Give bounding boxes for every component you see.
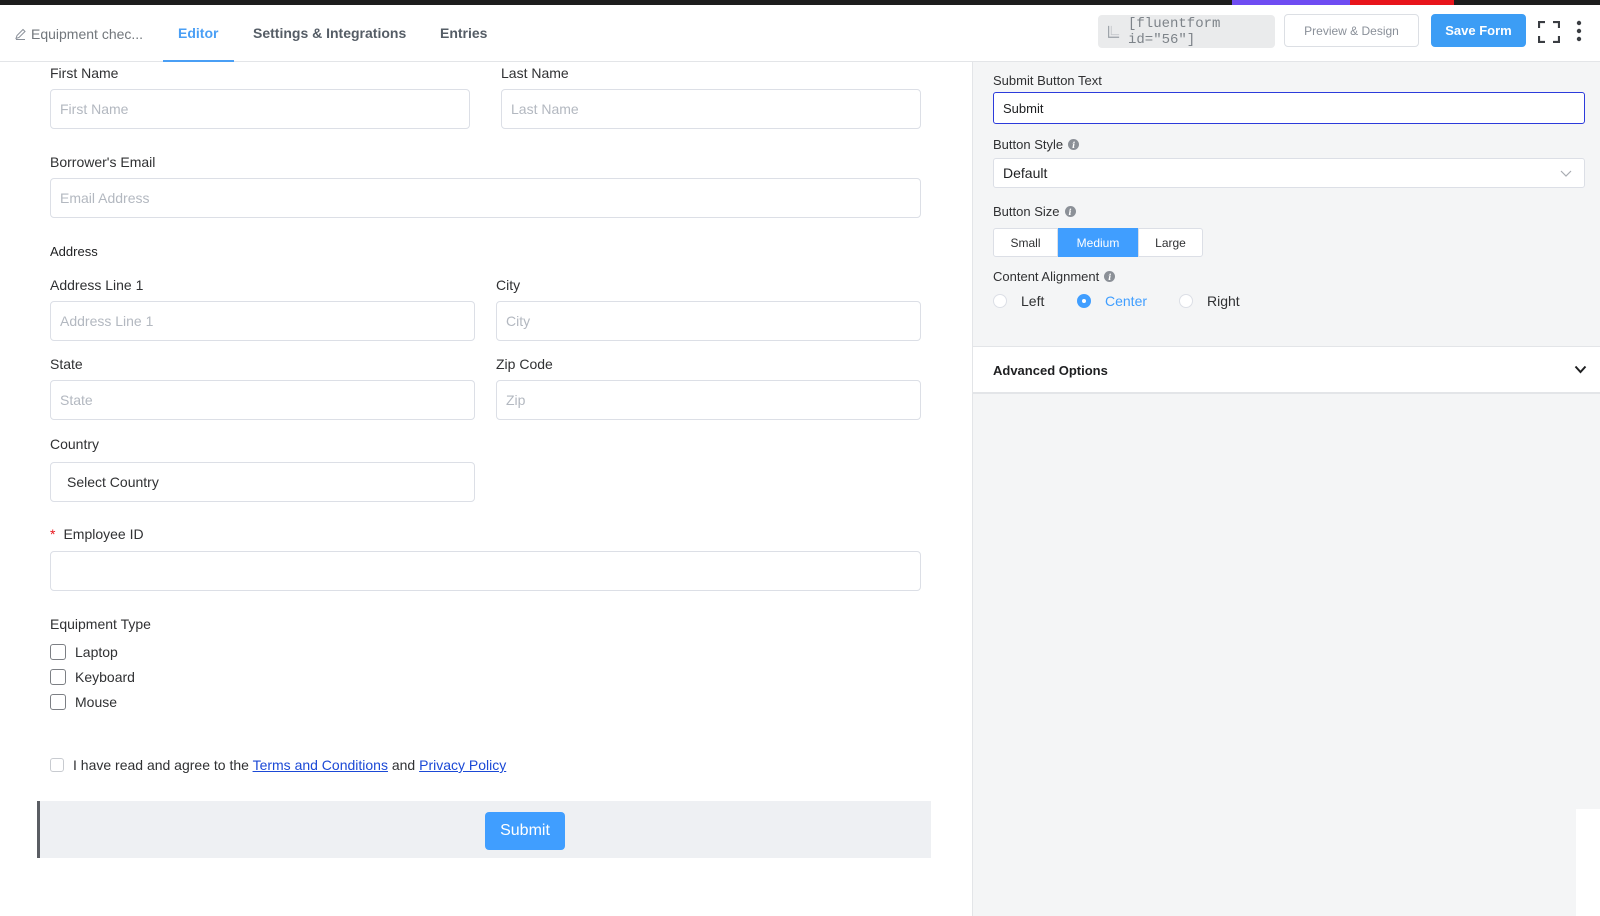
privacy-policy-link[interactable]: Privacy Policy: [419, 757, 506, 773]
align-left-radio[interactable]: Left: [993, 293, 1077, 309]
address-line1-input[interactable]: Address Line 1: [50, 301, 475, 341]
required-asterisk: *: [50, 526, 56, 542]
equipment-type-label: Equipment Type: [50, 616, 151, 632]
panel-corner-gap: [1576, 809, 1600, 916]
advanced-options-toggle[interactable]: Advanced Options: [973, 346, 1600, 394]
tab-editor[interactable]: Editor: [178, 25, 218, 41]
align-right-label: Right: [1207, 293, 1240, 309]
laptop-label: Laptop: [75, 644, 118, 660]
button-style-label: Button Style i: [993, 137, 1080, 152]
editor-topbar: Equipment chec... Editor Settings & Inte…: [0, 5, 1600, 62]
chevron-down-icon: [1560, 170, 1572, 177]
preview-design-button[interactable]: Preview & Design: [1284, 14, 1419, 47]
more-options-icon[interactable]: [1575, 20, 1583, 42]
country-select[interactable]: Select Country: [50, 462, 475, 502]
button-settings-section: Submit Button Text Submit Button Style i …: [973, 62, 1600, 346]
radio-dot: [1077, 294, 1091, 308]
equipment-option-keyboard[interactable]: Keyboard: [50, 669, 135, 685]
employee-id-label-row: * Employee ID: [50, 526, 144, 542]
mouse-checkbox[interactable]: [50, 694, 66, 710]
keyboard-label: Keyboard: [75, 669, 135, 685]
shortcode-text: [fluentform id="56"]: [1128, 15, 1221, 48]
chevron-down-icon: [1574, 365, 1587, 374]
form-title-breadcrumb[interactable]: Equipment chec...: [15, 26, 143, 42]
tab-entries[interactable]: Entries: [440, 25, 487, 41]
copy-icon: [1108, 25, 1120, 38]
first-name-label: First Name: [50, 65, 119, 81]
last-name-input[interactable]: Last Name: [501, 89, 921, 129]
address-section-title: Address: [50, 244, 98, 259]
align-right-radio[interactable]: Right: [1179, 293, 1269, 309]
info-icon[interactable]: i: [1068, 139, 1080, 150]
button-style-select[interactable]: Default: [993, 158, 1585, 188]
pencil-icon: [15, 28, 26, 40]
city-input[interactable]: City: [496, 301, 921, 341]
terms-checkbox[interactable]: [50, 758, 64, 772]
employee-id-input[interactable]: [50, 551, 921, 591]
laptop-checkbox[interactable]: [50, 644, 66, 660]
keyboard-checkbox[interactable]: [50, 669, 66, 685]
terms-link[interactable]: Terms and Conditions: [253, 757, 388, 773]
form-canvas: First Name First Name Last Name Last Nam…: [0, 62, 972, 916]
align-center-radio[interactable]: Center: [1077, 293, 1179, 309]
country-label: Country: [50, 436, 100, 452]
size-medium-option[interactable]: Medium: [1058, 228, 1138, 257]
form-submit-button[interactable]: Submit: [485, 812, 565, 850]
terms-prefix-text: I have read and agree to the: [73, 757, 249, 773]
last-name-label: Last Name: [501, 65, 569, 81]
state-input[interactable]: State: [50, 380, 475, 420]
equipment-option-laptop[interactable]: Laptop: [50, 644, 118, 660]
address-line1-label: Address Line 1: [50, 277, 144, 293]
radio-dot: [1179, 294, 1193, 308]
terms-agreement: I have read and agree to the Terms and C…: [50, 757, 506, 773]
fullscreen-icon[interactable]: [1538, 21, 1560, 43]
submit-button-text-label: Submit Button Text: [993, 73, 1102, 88]
zip-code-input[interactable]: Zip: [496, 380, 921, 420]
form-title: Equipment chec...: [31, 26, 144, 42]
email-label: Borrower's Email: [50, 154, 156, 170]
button-size-toggle: Small Medium Large: [993, 228, 1203, 257]
info-icon[interactable]: i: [1104, 271, 1116, 282]
city-label: City: [496, 277, 521, 293]
align-center-label: Center: [1105, 293, 1148, 309]
button-style-value: Default: [1003, 165, 1048, 181]
button-size-label: Button Size i: [993, 204, 1076, 219]
advanced-options-label: Advanced Options: [993, 363, 1108, 378]
save-form-button[interactable]: Save Form: [1431, 14, 1526, 47]
submit-button-text-input[interactable]: Submit: [993, 92, 1585, 124]
alignment-radio-group: Left Center Right: [993, 293, 1269, 309]
size-large-option[interactable]: Large: [1138, 228, 1203, 257]
mouse-label: Mouse: [75, 694, 118, 710]
align-left-label: Left: [1021, 293, 1045, 309]
first-name-input[interactable]: First Name: [50, 89, 470, 129]
state-label: State: [50, 356, 83, 372]
employee-id-label: Employee ID: [63, 526, 144, 542]
info-icon[interactable]: i: [1064, 206, 1076, 217]
terms-and-text: and: [391, 757, 416, 773]
email-input[interactable]: Email Address: [50, 178, 921, 218]
content-alignment-label: Content Alignment i: [993, 269, 1116, 284]
shortcode-copy[interactable]: [fluentform id="56"]: [1098, 15, 1275, 48]
zip-code-label: Zip Code: [496, 356, 553, 372]
tab-settings-integrations[interactable]: Settings & Integrations: [253, 25, 406, 41]
submit-button-container[interactable]: Submit: [37, 801, 931, 858]
settings-panel: Submit Button Text Submit Button Style i …: [972, 62, 1600, 916]
size-small-option[interactable]: Small: [993, 228, 1058, 257]
equipment-option-mouse[interactable]: Mouse: [50, 694, 117, 710]
radio-dot: [993, 294, 1007, 308]
